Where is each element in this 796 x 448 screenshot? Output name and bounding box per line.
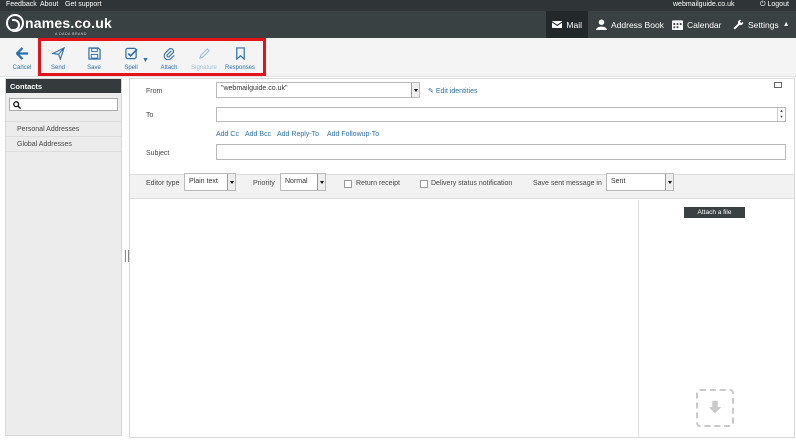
from-label: From [146,88,163,95]
nav-address-book[interactable]: Address Book [590,11,670,38]
delivery-status-checkbox[interactable] [420,180,428,188]
logout-link[interactable]: ⏻ Logout [760,1,789,9]
maximize-icon[interactable] [774,82,782,88]
edit-identities-link[interactable]: ✎ Edit identities [428,87,477,95]
add-cc-link[interactable]: Add Cc [216,131,239,138]
contacts-group-personal[interactable]: Personal Addresses [6,122,121,137]
return-receipt-label: Return receipt [356,180,400,187]
chevron-down-icon [317,174,325,190]
to-label: To [146,112,154,119]
about-link[interactable]: About [40,1,58,8]
chevron-down-icon [665,174,673,190]
pencil-icon: ✎ [428,88,434,95]
caret-up-icon: ▲ [782,21,790,28]
contacts-search-input[interactable] [9,98,118,111]
get-support-link[interactable]: Get support [65,1,102,8]
save-sent-select[interactable]: Sent [606,173,674,191]
feedback-link[interactable]: Feedback [6,1,37,8]
contacts-group-global[interactable]: Global Addresses [6,137,121,152]
attach-file-button[interactable]: Attach a file [684,207,745,218]
subject-field[interactable] [216,144,786,160]
contacts-header: Contacts [6,79,121,93]
cancel-button[interactable]: Cancel [3,47,41,71]
to-scroll-arrows[interactable]: ▲ ▼ [777,108,785,121]
brand-subtitle: A DADA BRAND [55,32,87,36]
user-icon [596,19,607,30]
chevron-down-icon [411,83,419,97]
logo-mark-icon [6,14,24,33]
nav-mail[interactable]: Mail [546,11,588,38]
editor-type-select[interactable]: Plain text [184,173,236,191]
nav-settings[interactable]: Settings ▲ [727,11,796,38]
from-select[interactable]: "webmailguide.co.uk" [216,82,420,98]
add-reply-to-link[interactable]: Add Reply-To [277,131,319,138]
subject-label: Subject [146,150,170,157]
wrench-icon [733,19,744,30]
add-followup-to-link[interactable]: Add Followup-To [327,131,379,138]
mail-icon [552,21,563,28]
add-bcc-link[interactable]: Add Bcc [245,131,271,138]
chevron-down-icon [227,174,235,190]
priority-select[interactable]: Normal [280,173,326,191]
download-arrow-icon [708,400,722,414]
upload-drop-zone[interactable] [696,389,734,427]
return-receipt-checkbox[interactable] [344,180,352,188]
search-icon [13,101,21,109]
contacts-panel: Contacts Personal Addresses Global Addre… [5,78,122,436]
priority-label: Priority [253,180,275,187]
editor-type-label: Editor type [146,180,180,187]
power-icon: ⏻ [760,1,766,8]
save-sent-label: Save sent message in [533,180,602,187]
account-name: webmailguide.co.uk [673,1,735,8]
toolbar-highlight-box [38,38,266,76]
calendar-icon [672,20,683,30]
message-body-editor[interactable] [130,200,639,437]
arrow-left-icon [15,47,28,60]
app-header: names.co.uk A DADA BRAND Mail Address Bo… [0,11,796,38]
brand-logo[interactable]: names.co.uk [6,14,112,33]
delivery-status-label: Delivery status notification [431,180,513,187]
to-field[interactable]: ▲ ▼ [216,107,786,122]
top-strip: Feedback About Get support webmailguide.… [0,0,796,11]
nav-calendar[interactable]: Calendar [666,11,728,38]
